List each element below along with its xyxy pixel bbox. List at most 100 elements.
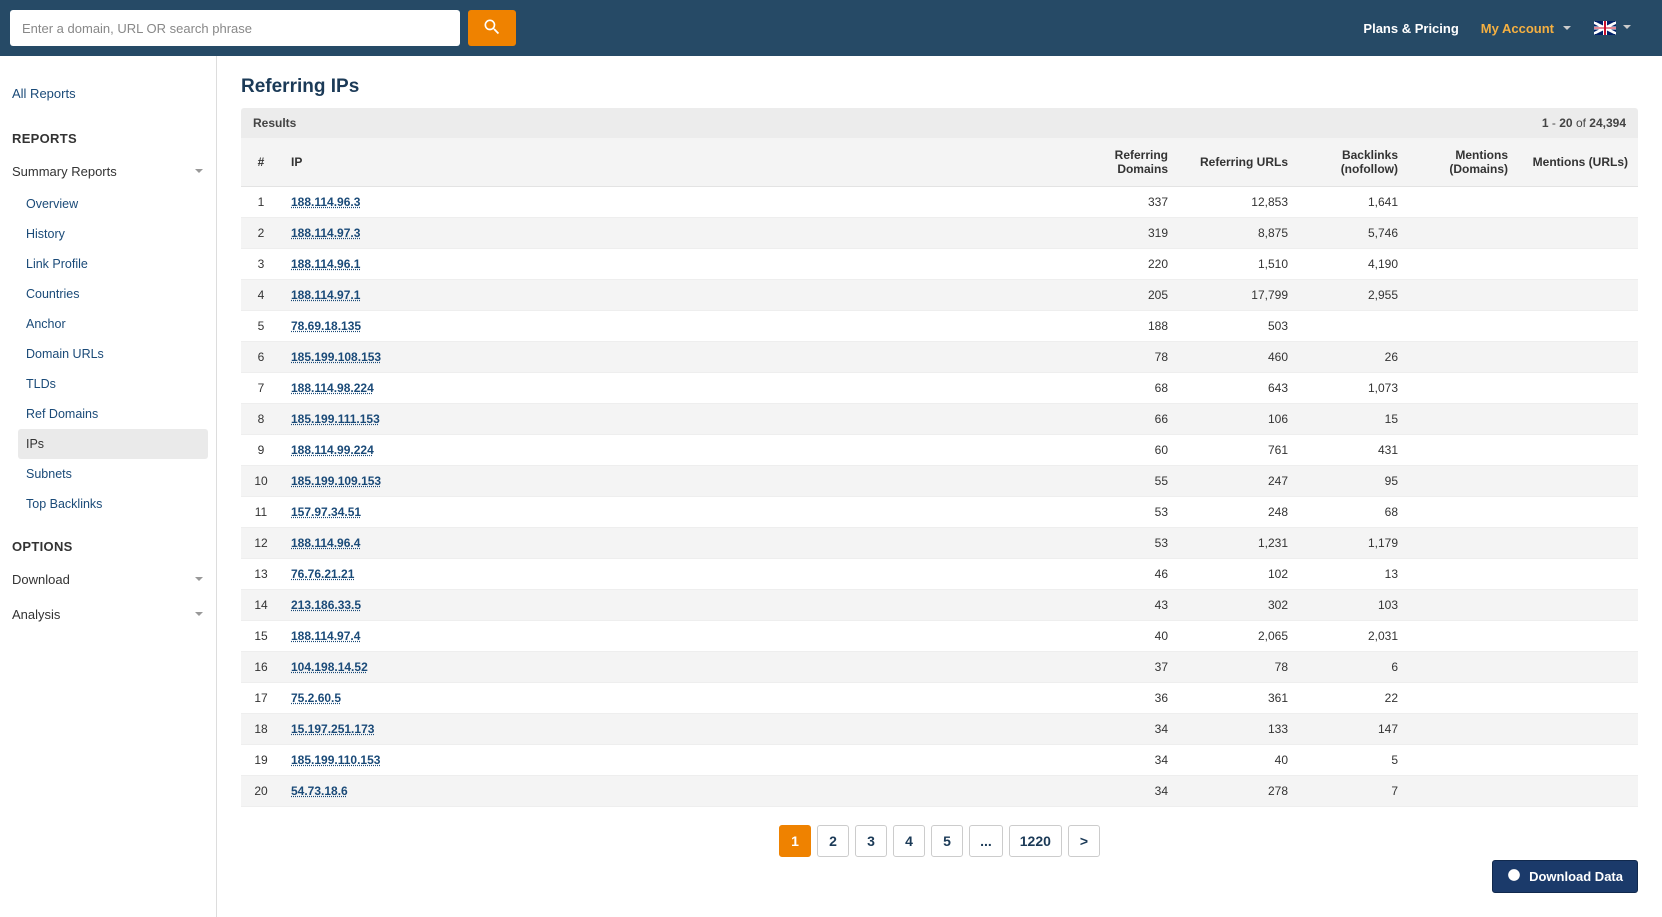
cell-mentions-urls <box>1518 373 1638 404</box>
cell-index: 3 <box>241 249 281 280</box>
cell-backlinks: 26 <box>1298 342 1408 373</box>
table-row: 9188.114.99.22460761431 <box>241 435 1638 466</box>
cell-index: 19 <box>241 745 281 776</box>
search-button[interactable] <box>468 10 516 46</box>
cell-ip: 78.69.18.135 <box>281 311 1068 342</box>
ip-link[interactable]: 104.198.14.52 <box>291 660 368 674</box>
ip-link[interactable]: 188.114.96.1 <box>291 257 360 271</box>
ip-link[interactable]: 185.199.109.153 <box>291 474 381 488</box>
sidebar-item-history[interactable]: History <box>18 219 208 249</box>
sidebar-all-reports[interactable]: All Reports <box>8 76 208 111</box>
cell-mentions-domains <box>1408 652 1518 683</box>
nav-plans-pricing[interactable]: Plans & Pricing <box>1363 21 1458 36</box>
sidebar-item-tlds[interactable]: TLDs <box>18 369 208 399</box>
ip-link[interactable]: 157.97.34.51 <box>291 505 361 519</box>
col-ref-domains[interactable]: Referring Domains <box>1068 138 1178 187</box>
page-4[interactable]: 4 <box>893 825 925 857</box>
cell-mentions-urls <box>1518 683 1638 714</box>
cell-ref-urls: 106 <box>1178 404 1298 435</box>
page-2[interactable]: 2 <box>817 825 849 857</box>
ip-link[interactable]: 188.114.99.224 <box>291 443 374 457</box>
download-data-button[interactable]: Download Data <box>1492 860 1638 893</box>
col-mentions-urls[interactable]: Mentions (URLs) <box>1518 138 1638 187</box>
cell-ip: 185.199.108.153 <box>281 342 1068 373</box>
search-icon <box>482 17 502 40</box>
ip-link[interactable]: 188.114.96.4 <box>291 536 360 550</box>
col-ref-urls[interactable]: Referring URLs <box>1178 138 1298 187</box>
table-row: 3188.114.96.12201,5104,190 <box>241 249 1638 280</box>
results-count: 1 - 20 of 24,394 <box>1542 116 1626 130</box>
page-title: Referring IPs <box>241 76 1638 98</box>
col-backlinks[interactable]: Backlinks (nofollow) <box>1298 138 1408 187</box>
cell-mentions-domains <box>1408 249 1518 280</box>
cell-mentions-urls <box>1518 342 1638 373</box>
cell-index: 14 <box>241 590 281 621</box>
cell-mentions-urls <box>1518 280 1638 311</box>
table-row: 6185.199.108.1537846026 <box>241 342 1638 373</box>
ip-link[interactable]: 188.114.97.1 <box>291 288 360 302</box>
ip-link[interactable]: 185.199.110.153 <box>291 753 380 767</box>
sidebar-item-top-backlinks[interactable]: Top Backlinks <box>18 489 208 519</box>
ip-link[interactable]: 185.199.108.153 <box>291 350 381 364</box>
sidebar-item-overview[interactable]: Overview <box>18 189 208 219</box>
ip-link[interactable]: 78.69.18.135 <box>291 319 361 333</box>
cell-ip: 213.186.33.5 <box>281 590 1068 621</box>
ip-link[interactable]: 188.114.98.224 <box>291 381 374 395</box>
ip-link[interactable]: 188.114.96.3 <box>291 195 360 209</box>
ip-link[interactable]: 188.114.97.4 <box>291 629 360 643</box>
ip-link[interactable]: 213.186.33.5 <box>291 598 361 612</box>
page-next[interactable]: > <box>1068 825 1100 857</box>
cell-ref-domains: 337 <box>1068 187 1178 218</box>
sidebar-item-anchor[interactable]: Anchor <box>18 309 208 339</box>
sidebar-group-analysis-label: Analysis <box>12 607 60 622</box>
col-index[interactable]: # <box>241 138 281 187</box>
ip-link[interactable]: 188.114.97.3 <box>291 226 360 240</box>
cell-ref-urls: 460 <box>1178 342 1298 373</box>
cell-ref-domains: 205 <box>1068 280 1178 311</box>
ip-link[interactable]: 76.76.21.21 <box>291 567 354 581</box>
cell-backlinks: 431 <box>1298 435 1408 466</box>
sidebar-item-link-profile[interactable]: Link Profile <box>18 249 208 279</box>
cell-index: 17 <box>241 683 281 714</box>
sidebar-group-summary[interactable]: Summary Reports <box>8 154 208 189</box>
cell-ref-domains: 66 <box>1068 404 1178 435</box>
sidebar-item-ips[interactable]: IPs <box>18 429 208 459</box>
sidebar-item-subnets[interactable]: Subnets <box>18 459 208 489</box>
cell-mentions-urls <box>1518 528 1638 559</box>
chevron-down-icon <box>194 572 204 587</box>
sidebar-heading-reports: REPORTS <box>8 111 208 154</box>
page-5[interactable]: 5 <box>931 825 963 857</box>
sidebar-item-countries[interactable]: Countries <box>18 279 208 309</box>
table-row: 8185.199.111.1536610615 <box>241 404 1638 435</box>
table-row: 2188.114.97.33198,8755,746 <box>241 218 1638 249</box>
cell-mentions-urls <box>1518 652 1638 683</box>
col-ip[interactable]: IP <box>281 138 1068 187</box>
cell-ip: 188.114.96.1 <box>281 249 1068 280</box>
cell-ref-domains: 60 <box>1068 435 1178 466</box>
sidebar-item-ref-domains[interactable]: Ref Domains <box>18 399 208 429</box>
ip-link[interactable]: 185.199.111.153 <box>291 412 380 426</box>
table-row: 11157.97.34.515324868 <box>241 497 1638 528</box>
search-input[interactable] <box>10 10 460 46</box>
nav-my-account[interactable]: My Account <box>1481 21 1572 36</box>
cell-backlinks: 22 <box>1298 683 1408 714</box>
sidebar-group-download[interactable]: Download <box>8 562 208 597</box>
sidebar-item-domain-urls[interactable]: Domain URLs <box>18 339 208 369</box>
cell-ip: 157.97.34.51 <box>281 497 1068 528</box>
cell-mentions-domains <box>1408 528 1518 559</box>
page-3[interactable]: 3 <box>855 825 887 857</box>
page-1220[interactable]: 1220 <box>1009 825 1062 857</box>
cell-mentions-domains <box>1408 342 1518 373</box>
cell-ref-urls: 1,231 <box>1178 528 1298 559</box>
cell-ref-urls: 8,875 <box>1178 218 1298 249</box>
locale-switcher[interactable] <box>1594 21 1632 35</box>
cell-mentions-domains <box>1408 404 1518 435</box>
ip-link[interactable]: 54.73.18.6 <box>291 784 348 798</box>
cell-mentions-urls <box>1518 590 1638 621</box>
ip-link[interactable]: 15.197.251.173 <box>291 722 374 736</box>
page-1[interactable]: 1 <box>779 825 811 857</box>
cell-ref-urls: 1,510 <box>1178 249 1298 280</box>
ip-link[interactable]: 75.2.60.5 <box>291 691 341 705</box>
sidebar-group-analysis[interactable]: Analysis <box>8 597 208 632</box>
col-mentions-domains[interactable]: Mentions (Domains) <box>1408 138 1518 187</box>
